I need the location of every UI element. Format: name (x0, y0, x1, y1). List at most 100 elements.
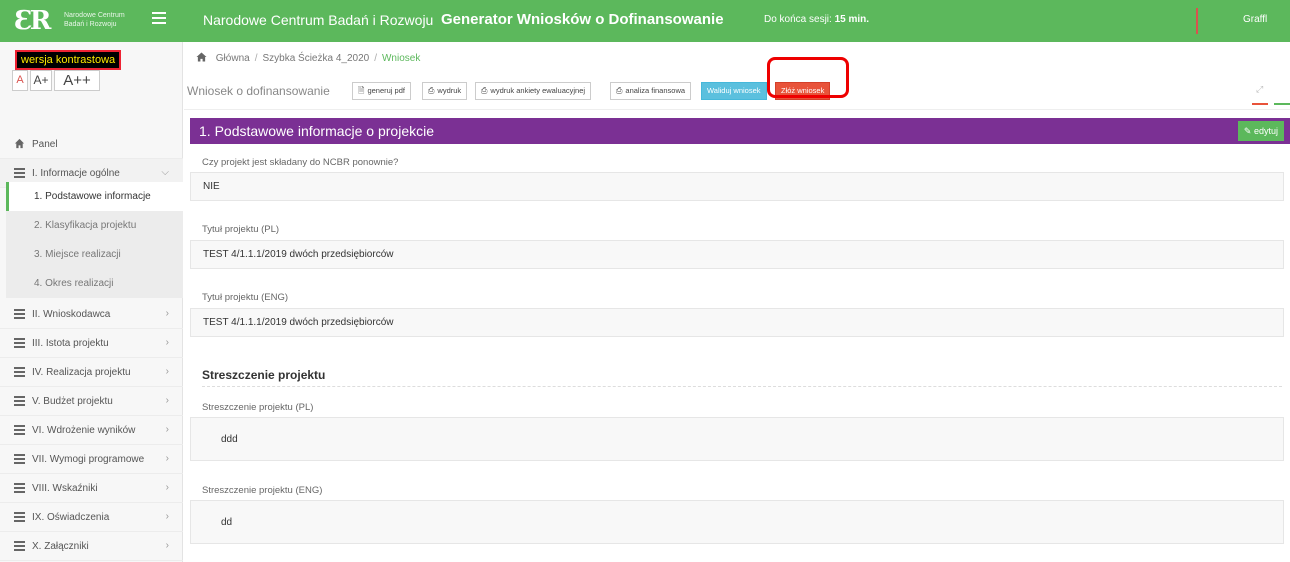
edit-button[interactable]: ✎ edytuj (1237, 121, 1284, 141)
sidebar-subitem-period[interactable]: 4. Okres realizacji (6, 269, 183, 298)
sidebar-item-budget[interactable]: V. Budżet projektu › (0, 387, 183, 416)
chevron-right-icon: › (165, 540, 169, 551)
list-icon (14, 338, 25, 348)
chevron-right-icon: › (165, 511, 169, 522)
title-eng-label: Tytuł projektu (ENG) (202, 292, 289, 303)
summary-eng-value: dd (221, 517, 233, 528)
breadcrumb-call[interactable]: Szybka Ścieżka 4_2020 (262, 53, 369, 64)
resubmitted-field: NIE (190, 172, 1284, 201)
list-icon (14, 541, 25, 551)
sidebar-item-label: VIII. Wskaźniki (32, 483, 98, 494)
breadcrumb-current[interactable]: Wniosek (382, 53, 420, 64)
sidebar-item-label: I. Informacje ogólne (32, 168, 120, 179)
chevron-right-icon: › (165, 453, 169, 464)
summary-pl-field: ddd (190, 417, 1284, 461)
sidebar-item-applicant[interactable]: II. Wnioskodawca › (0, 300, 183, 329)
top-divider (1196, 8, 1198, 34)
title-pl-label: Tytuł projektu (PL) (202, 224, 280, 235)
sidebar-subitem-label: 1. Podstawowe informacje (34, 191, 151, 202)
section-divider (202, 386, 1282, 387)
summary-eng-field: dd (190, 500, 1284, 544)
chevron-right-icon: › (165, 424, 169, 435)
sidebar: wersja kontrastowa A A+ A++ Panel I. Inf… (0, 42, 183, 562)
status-lines (1252, 103, 1290, 105)
list-icon (14, 483, 25, 493)
list-icon (14, 512, 25, 522)
sidebar-item-program-requirements[interactable]: VII. Wymogi programowe › (0, 445, 183, 474)
sidebar-item-label: IV. Realizacja projektu (32, 367, 131, 378)
chevron-down-icon: ⌵ (161, 167, 169, 178)
section-title: 1. Podstawowe informacje o projekcie (199, 123, 435, 139)
sidebar-item-label: VII. Wymogi programowe (32, 454, 145, 465)
logo-mark: ƐR (14, 6, 51, 36)
list-icon (14, 425, 25, 435)
sidebar-item-panel[interactable]: Panel (0, 130, 183, 159)
print-button[interactable]: ⎙ wydruk (422, 82, 468, 100)
summary-pl-value: ddd (221, 434, 238, 445)
list-icon (14, 309, 25, 319)
sidebar-item-label: VI. Wdrożenie wyników (32, 425, 136, 436)
breadcrumb-home[interactable]: Główna (216, 53, 250, 64)
menu-toggle-icon[interactable] (152, 12, 166, 24)
title-pl-field: TEST 4/1.1.1/2019 dwóch przedsiębiorców (190, 240, 1284, 269)
title-eng-field: TEST 4/1.1.1/2019 dwóch przedsiębiorców (190, 308, 1284, 337)
title-eng-value: TEST 4/1.1.1/2019 dwóch przedsiębiorców (203, 317, 394, 328)
session-label: Do końca sesji: (764, 14, 832, 25)
sidebar-item-declarations[interactable]: IX. Oświadczenia › (0, 503, 183, 532)
highlight-marker (767, 57, 849, 98)
sidebar-subitem-location[interactable]: 3. Miejsce realizacji (6, 240, 183, 269)
sidebar-item-project-essence[interactable]: III. Istota projektu › (0, 329, 183, 358)
chevron-right-icon: › (165, 337, 169, 348)
main-content: Główna / Szybka Ścieżka 4_2020/Wniosek Wni… (184, 42, 1290, 562)
chevron-right-icon: › (165, 366, 169, 377)
ncbr-logo[interactable]: ƐR Narodowe Centrum Badań i Rozwoju (14, 6, 164, 36)
sidebar-item-label: IX. Oświadczenia (32, 512, 110, 523)
sidebar-item-label: II. Wnioskodawca (32, 309, 111, 320)
sidebar-item-project-realization[interactable]: IV. Realizacja projektu › (0, 358, 183, 387)
expand-icon[interactable]: ⤢ (1256, 84, 1263, 95)
sidebar-item-label: V. Budżet projektu (32, 396, 113, 407)
list-icon (14, 367, 25, 377)
summary-section-title: Streszczenie projektu (202, 368, 326, 382)
resubmitted-value: NIE (203, 181, 220, 192)
sidebar-item-label: X. Załączniki (32, 541, 89, 552)
chevron-right-icon: › (165, 395, 169, 406)
home-icon (14, 138, 25, 149)
pencil-icon: ✎ (1243, 126, 1254, 136)
print-survey-button[interactable]: ⎙ wydruk ankiety ewaluacyjnej (475, 82, 592, 100)
font-size-large-button[interactable]: A++ (54, 70, 100, 91)
app-title: Generator Wniosków o Dofinansowanie (441, 11, 724, 28)
printer-icon: ⎙ (428, 86, 435, 95)
list-icon (14, 454, 25, 464)
sidebar-subitem-basic-info[interactable]: 1. Podstawowe informacje (6, 182, 183, 211)
session-value: 15 min. (834, 14, 870, 25)
page-title: Wniosek o dofinansowanie (187, 84, 330, 98)
financial-analysis-button[interactable]: ⎙ analiza finansowa (610, 82, 692, 100)
font-size-medium-button[interactable]: A+ (30, 70, 52, 91)
sidebar-item-attachments[interactable]: X. Załączniki › (0, 532, 183, 561)
pdf-icon: 🗎 (358, 86, 365, 95)
sidebar-item-label: Panel (32, 139, 58, 150)
generate-pdf-button[interactable]: 🗎 generuj pdf (352, 82, 411, 100)
section-header: 1. Podstawowe informacje o projekcie ✎ e… (190, 118, 1290, 144)
sidebar-item-indicators[interactable]: VIII. Wskaźniki › (0, 474, 183, 503)
resubmitted-label: Czy projekt jest składany do NCBR ponown… (202, 157, 399, 168)
sidebar-subitem-label: 4. Okres realizacji (34, 278, 114, 289)
summary-eng-label: Streszczenie projektu (ENG) (202, 485, 323, 496)
sidebar-subitem-label: 3. Miejsce realizacji (34, 249, 121, 260)
sidebar-item-implementation[interactable]: VI. Wdrożenie wyników › (0, 416, 183, 445)
contrast-toggle[interactable]: wersja kontrastowa (15, 50, 122, 70)
chevron-right-icon: › (165, 482, 169, 493)
list-icon (14, 396, 25, 406)
home-icon[interactable] (196, 52, 207, 62)
logo-text: Narodowe Centrum Badań i Rozwoju (64, 12, 125, 28)
validate-button[interactable]: Waliduj wniosek (701, 82, 767, 100)
title-pl-value: TEST 4/1.1.1/2019 dwóch przedsiębiorców (203, 249, 394, 260)
user-menu[interactable]: Graffl (1243, 14, 1267, 25)
list-icon (14, 168, 25, 178)
sidebar-subitem-classification[interactable]: 2. Klasyfikacja projektu (6, 211, 183, 240)
breadcrumb: Główna / Szybka Ścieżka 4_2020/Wniosek (184, 42, 1290, 72)
font-size-small-button[interactable]: A (12, 70, 28, 91)
brand-name: Narodowe Centrum Badań i Rozwoju (203, 12, 434, 28)
summary-pl-label: Streszczenie projektu (PL) (202, 402, 314, 413)
